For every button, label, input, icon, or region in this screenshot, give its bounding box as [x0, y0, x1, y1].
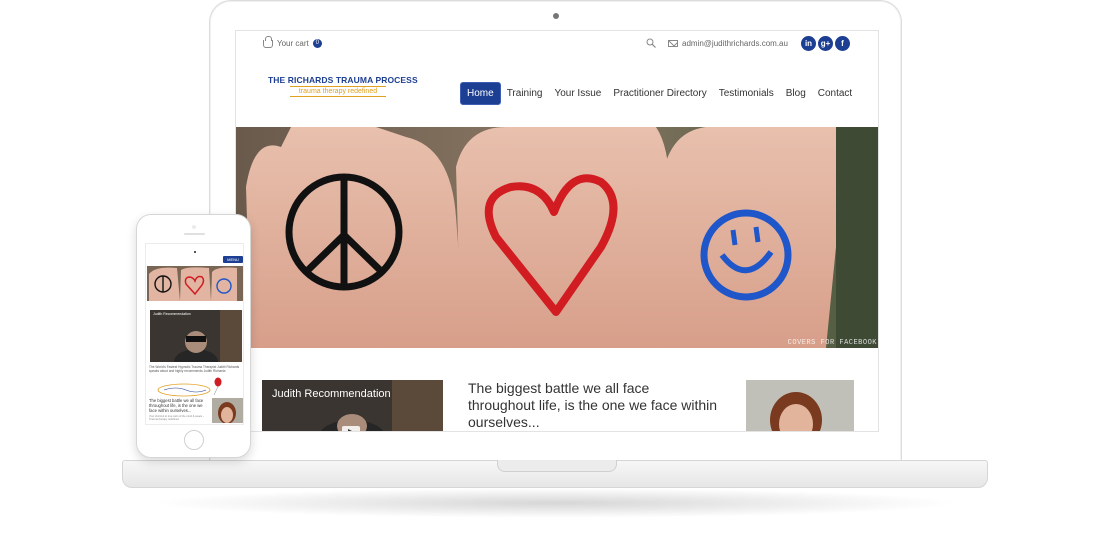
nav-blog[interactable]: Blog [780, 83, 812, 104]
mobile-video-title: Judith Recommendation [153, 312, 191, 316]
laptop-shadow [150, 488, 960, 518]
facebook-icon[interactable]: f [835, 36, 850, 51]
mobile-intro-quote: The biggest battle we all face throughou… [149, 398, 204, 413]
top-bar: Your cart 0 admin@judithrichards.com.au … [236, 31, 878, 59]
mobile-portrait-photo [212, 398, 243, 423]
social-links: in g+ f [801, 36, 850, 51]
phone-logo-dot [194, 251, 196, 253]
video-player[interactable]: Judith Recommendation [262, 380, 443, 431]
mobile-video-thumbnail [150, 310, 242, 362]
logo-tagline: trauma therapy redefined [290, 86, 386, 97]
mobile-portrait-image [212, 398, 243, 423]
mobile-hands-illustration [147, 266, 243, 301]
phone-frame: MENU Judith Recommendation The World's F… [136, 214, 251, 458]
main-nav: Home Training Your Issue Practitioner Di… [460, 82, 858, 105]
cart-count-badge: 0 [312, 39, 322, 48]
hero-image: COVERS FOR FACEBOOK [236, 127, 878, 348]
nav-your-issue[interactable]: Your Issue [548, 83, 607, 104]
laptop-base-notch [497, 460, 617, 472]
basket-icon [263, 35, 273, 48]
envelope-icon [668, 40, 678, 47]
mobile-video-player[interactable]: Judith Recommendation [150, 310, 242, 362]
email-address: admin@judithrichards.com.au [682, 39, 788, 48]
nav-testimonials[interactable]: Testimonials [713, 83, 780, 104]
portrait-photo [746, 380, 854, 431]
linkedin-icon[interactable]: in [801, 36, 816, 51]
laptop-camera [553, 13, 559, 19]
balloon-doodle-icon [157, 377, 222, 397]
cart-label: Your cart [277, 39, 309, 48]
nav-home[interactable]: Home [460, 82, 501, 105]
phone-screen: MENU Judith Recommendation The World's F… [145, 243, 244, 425]
mobile-small-text: Your shortcut to true calm of the mind &… [149, 415, 204, 422]
intro-quote: The biggest battle we all face throughou… [468, 380, 718, 430]
portrait-image [746, 380, 854, 431]
nav-practitioner-directory[interactable]: Practitioner Directory [607, 83, 712, 104]
nav-contact[interactable]: Contact [812, 83, 858, 104]
search-icon[interactable] [646, 38, 656, 48]
email-link[interactable]: admin@judithrichards.com.au [668, 39, 788, 48]
mobile-video-description: The World's Fastest Hypnotic Trauma Ther… [149, 365, 240, 373]
phone-camera [192, 225, 196, 229]
cart-link[interactable]: Your cart 0 [263, 35, 322, 48]
laptop-base [122, 460, 988, 488]
site-logo[interactable]: THE RICHARDS TRAUMA PROCESS trauma thera… [268, 75, 418, 97]
video-title: Judith Recommendation [272, 388, 391, 400]
nav-training[interactable]: Training [501, 83, 549, 104]
laptop-screen: Your cart 0 admin@judithrichards.com.au … [235, 30, 879, 432]
phone-speaker [184, 233, 205, 235]
google-plus-icon[interactable]: g+ [818, 36, 833, 51]
logo-title: THE RICHARDS TRAUMA PROCESS [268, 75, 418, 85]
mobile-hero-image [147, 266, 243, 301]
mobile-menu-button[interactable]: MENU [223, 256, 243, 263]
hands-illustration [236, 127, 878, 348]
hero-caption: COVERS FOR FACEBOOK [787, 339, 877, 347]
phone-home-button[interactable] [184, 430, 204, 450]
